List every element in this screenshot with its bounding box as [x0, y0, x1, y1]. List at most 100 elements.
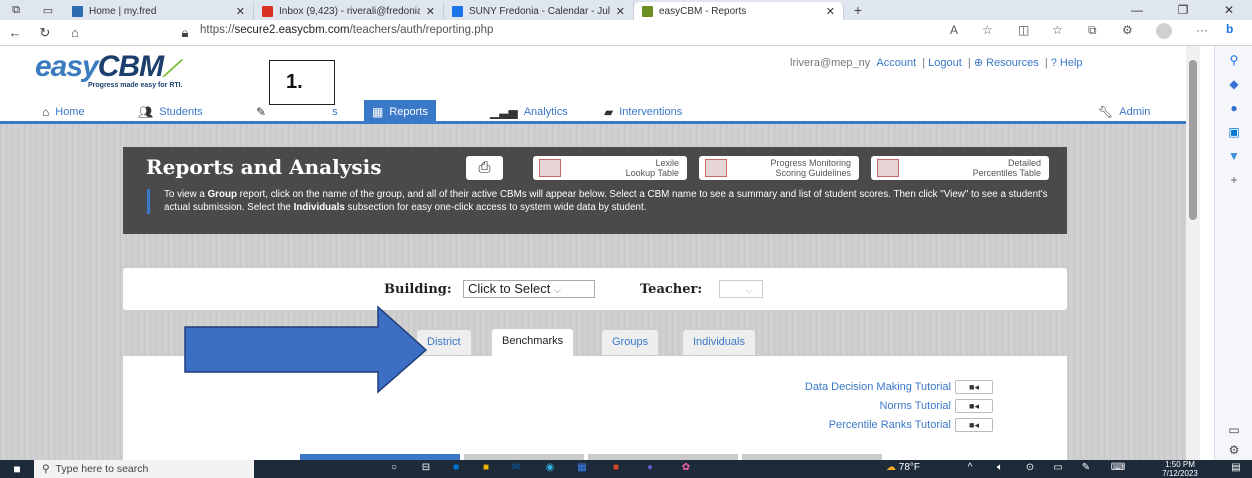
sidebar-toggle-icon[interactable]: ▭ — [1226, 422, 1242, 438]
keyboard-icon[interactable]: ⌨ — [1108, 462, 1128, 476]
edge-sidebar: ⚲ ◆ ● ▣ ▼ + ▭ ⚙ — [1214, 46, 1252, 460]
extensions-icon[interactable]: ⚙ — [1122, 23, 1133, 37]
refresh-icon[interactable]: ↻ — [30, 25, 60, 41]
tab-individuals[interactable]: Individuals — [683, 330, 755, 355]
nav-students[interactable]: 👥︎ Students — [138, 102, 203, 122]
lexile-table-button[interactable]: Lexile Lookup Table — [533, 156, 687, 180]
pdf-icon — [539, 159, 561, 177]
teacher-select[interactable]: ⌵ — [719, 280, 763, 298]
scoring-guidelines-button[interactable]: Progress Monitoring Scoring Guidelines — [699, 156, 859, 180]
back-icon[interactable]: ← — [0, 25, 30, 40]
task-view-icon[interactable]: ⊟ — [416, 462, 436, 476]
bing-icon[interactable]: b — [1226, 22, 1233, 36]
browser-tab-inbox[interactable]: Inbox (9,423) - riverali@fredonia ✕ — [254, 2, 444, 20]
mail-icon[interactable]: ✉ — [506, 462, 526, 476]
workspaces-icon[interactable]: ⧉ — [0, 0, 32, 20]
pen-icon[interactable]: ✎ — [1076, 462, 1096, 476]
outlook-taskbar-icon[interactable]: ■ — [446, 462, 466, 476]
resources-link[interactable]: ⊕ Resources — [974, 57, 1039, 69]
close-icon[interactable]: ✕ — [426, 5, 435, 18]
windows-start-icon[interactable]: ■ — [0, 462, 34, 476]
nav-analytics[interactable]: ▁▃▅ Analytics — [490, 102, 568, 122]
gmail-favicon-icon — [262, 5, 273, 17]
powerpoint-icon[interactable]: ■ — [606, 462, 626, 476]
add-icon[interactable]: + — [1226, 172, 1242, 188]
print-button[interactable]: ⎙ — [466, 156, 503, 180]
tray-chevron-icon[interactable]: ^ — [960, 462, 980, 476]
close-window-icon[interactable]: ✕ — [1206, 0, 1252, 20]
store-icon[interactable]: ▦ — [572, 462, 592, 476]
close-icon[interactable]: ✕ — [236, 5, 245, 18]
lock-icon[interactable]: 🔒︎ — [170, 25, 200, 41]
url-field[interactable]: https://secure2.easycbm.com/teachers/aut… — [200, 24, 493, 36]
favorites-icon[interactable]: ☆ — [1052, 23, 1063, 37]
account-links: lrivera@mep_ny Account | Logout | ⊕ Reso… — [790, 57, 1083, 69]
logout-link[interactable]: Logout — [928, 57, 962, 69]
new-tab-button[interactable]: + — [844, 2, 872, 20]
wrench-icon: 🔧︎ — [1098, 105, 1114, 119]
nav-interventions[interactable]: ▰ Interventions — [604, 102, 682, 122]
settings-icon[interactable]: ⚙ — [1226, 442, 1242, 458]
easycbm-logo[interactable]: easyCBM⟋ — [35, 50, 179, 84]
building-select[interactable]: Click to Select ⌵ — [463, 280, 595, 298]
browser-tab-myfred[interactable]: Home | my.fred ✕ — [64, 2, 254, 20]
shopping-icon[interactable]: ◆ — [1226, 76, 1242, 92]
close-icon[interactable]: ✕ — [826, 5, 835, 18]
split-screen-icon[interactable]: ◫ — [1018, 23, 1029, 37]
home-icon: ⌂ — [42, 105, 50, 119]
browser-tab-easycbm[interactable]: easyCBM - Reports ✕ — [634, 2, 844, 20]
nav-reports[interactable]: ▦ Reports — [364, 100, 436, 124]
taskbar-search[interactable]: ⚲ Type here to search — [34, 460, 254, 478]
user-email: lrivera@mep_ny — [790, 57, 871, 69]
weather-widget[interactable]: ☁ 78°F — [880, 462, 926, 476]
nav-admin[interactable]: 🔧︎ Admin — [1098, 102, 1150, 122]
battery-icon[interactable]: ▭ — [1048, 462, 1068, 476]
tab-groups[interactable]: Groups — [602, 330, 659, 355]
collections-icon[interactable]: ⧉ — [1088, 23, 1097, 38]
page-scrollbar[interactable] — [1186, 46, 1200, 460]
notifications-icon[interactable]: ▤ — [1226, 462, 1246, 476]
search-icon[interactable]: ⚲ — [1226, 52, 1242, 68]
annotation-arrow — [184, 305, 428, 394]
reports-description: To view a Group report, click on the nam… — [147, 189, 1051, 214]
games-icon[interactable]: ● — [1226, 100, 1242, 116]
arrow-shape — [184, 305, 428, 394]
teacher-label: Teacher: — [640, 282, 703, 297]
main-nav: ⌂ Home 👥︎ Students ✎ s ▦ Reports ▁▃▅ Analytic… — [0, 98, 1186, 124]
account-link[interactable]: Account — [876, 57, 916, 69]
cortana-icon[interactable]: ○ — [384, 462, 404, 476]
chevron-down-icon: ⌵ — [746, 285, 753, 295]
paint-icon[interactable]: ✿ — [676, 462, 696, 476]
minimize-icon[interactable]: — — [1114, 0, 1160, 20]
drop-icon[interactable]: ▼ — [1226, 148, 1242, 164]
pencil-icon: ✎ — [256, 105, 267, 119]
browser-tab-calendar[interactable]: SUNY Fredonia - Calendar - July ✕ — [444, 2, 634, 20]
nav-measures[interactable]: ✎ s — [256, 102, 338, 122]
window-controls: — ❐ ✕ — [1114, 0, 1252, 20]
network-icon[interactable]: ⊙ — [1020, 462, 1040, 476]
tab-actions-icon[interactable]: ▭ — [32, 0, 64, 20]
nav-home[interactable]: ⌂ Home — [42, 102, 85, 122]
myfred-favicon-icon — [72, 5, 83, 17]
scrollbar-thumb[interactable] — [1189, 60, 1197, 220]
help-link[interactable]: ? Help — [1051, 57, 1083, 69]
volume-icon[interactable]: 🔈︎ — [990, 462, 1010, 476]
close-icon[interactable]: ✕ — [616, 5, 625, 18]
read-aloud-icon[interactable]: A — [950, 23, 958, 37]
percentiles-table-button[interactable]: Detailed Percentiles Table — [871, 156, 1049, 180]
teams-icon[interactable]: ● — [640, 462, 660, 476]
outlook-icon[interactable]: ▣ — [1226, 124, 1242, 140]
taskbar-clock[interactable]: 1:50 PM 7/12/2023 — [1150, 460, 1210, 478]
favorite-star-icon[interactable]: ☆ — [982, 23, 993, 37]
edge-taskbar-icon[interactable]: ◉ — [540, 462, 560, 476]
more-menu-icon[interactable]: ··· — [1196, 23, 1208, 37]
home-browser-icon[interactable]: ⌂ — [60, 25, 90, 40]
reports-panel: Reports and Analysis ⎙ Lexile Lookup Tab… — [123, 147, 1067, 234]
profile-avatar[interactable] — [1156, 23, 1172, 39]
restore-icon[interactable]: ❐ — [1160, 0, 1206, 20]
norms-tutorial[interactable]: Norms Tutorial ■◂ — [879, 399, 993, 413]
data-decision-tutorial[interactable]: Data Decision Making Tutorial ■◂ — [805, 380, 993, 394]
tab-benchmarks[interactable]: Benchmarks — [492, 329, 574, 357]
file-explorer-icon[interactable]: ■ — [476, 462, 496, 476]
percentile-ranks-tutorial[interactable]: Percentile Ranks Tutorial ■◂ — [829, 418, 993, 432]
